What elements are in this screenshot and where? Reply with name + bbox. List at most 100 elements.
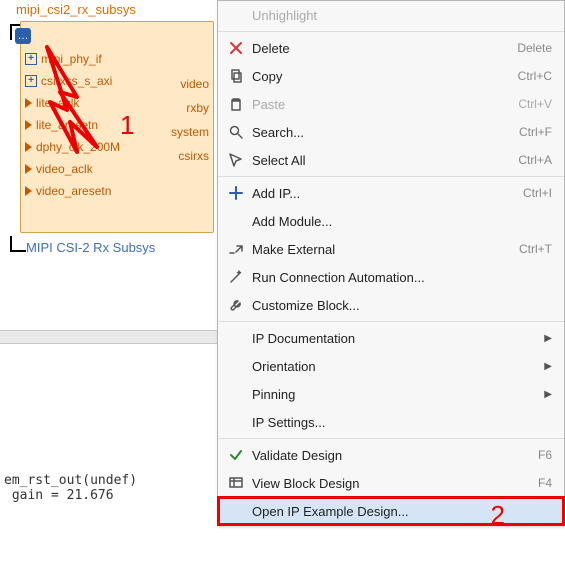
ports-left: + mipi_phy_if + csirxss_s_axi lite_aclk lite_… (25, 52, 120, 198)
submenu-arrow-icon: ▶ (544, 333, 552, 344)
context-menu: UnhighlightDeleteDeleteCopyCtrl+CPasteCt… (217, 0, 565, 526)
x-icon (224, 40, 248, 56)
port-system[interactable]: system (171, 125, 209, 139)
menu-label: Validate Design (248, 448, 538, 463)
select-icon (224, 152, 248, 168)
menu-label: IP Settings... (248, 415, 552, 430)
menu-shortcut: Delete (517, 41, 552, 55)
port-label: video_aclk (36, 162, 93, 176)
menu-label: Search... (248, 125, 519, 140)
menu-item-make-external[interactable]: Make ExternalCtrl+T (218, 235, 564, 263)
menu-label: Customize Block... (248, 298, 552, 313)
input-port-icon (25, 186, 32, 196)
port-csirxss_s_axi[interactable]: + csirxss_s_axi (25, 74, 120, 88)
port-video[interactable]: video (171, 77, 209, 91)
selection-corner (10, 236, 26, 252)
menu-item-copy[interactable]: CopyCtrl+C (218, 62, 564, 90)
port-label: csirxss_s_axi (41, 74, 112, 88)
menu-label: Select All (248, 153, 518, 168)
input-port-icon (25, 120, 32, 130)
annotation-number-1: 1 (120, 110, 134, 141)
menu-label: Orientation (248, 359, 544, 374)
menu-label: Delete (248, 41, 517, 56)
expand-icon[interactable]: + (25, 53, 37, 65)
menu-shortcut: Ctrl+I (523, 186, 552, 200)
port-video_aclk[interactable]: video_aclk (25, 162, 120, 176)
port-label: video_aresetn (36, 184, 111, 198)
menu-label: Open IP Example Design... (248, 504, 552, 519)
port-csirxs[interactable]: csirxs (171, 149, 209, 163)
port-lite_aresetn[interactable]: lite_aresetn (25, 118, 120, 132)
menu-shortcut: F6 (538, 448, 552, 462)
menu-item-run-connection-automation[interactable]: Run Connection Automation... (218, 263, 564, 291)
port-label: lite_aresetn (36, 118, 98, 132)
menu-label: Run Connection Automation... (248, 270, 552, 285)
menu-item-ip-settings[interactable]: IP Settings... (218, 408, 564, 436)
menu-shortcut: Ctrl+A (518, 153, 552, 167)
menu-label: Copy (248, 69, 518, 84)
menu-separator (218, 31, 564, 32)
view-icon (224, 475, 248, 491)
wrench-icon (224, 297, 248, 313)
menu-badge-icon[interactable]: … (15, 28, 31, 44)
menu-label: Add IP... (248, 186, 523, 201)
menu-item-open-ip-example-design[interactable]: Open IP Example Design... (218, 497, 564, 525)
port-label: dphy_clk_200M (36, 140, 120, 154)
ip-block-area: mipi_csi2_rx_subsys … + mipi_phy_if + csirx… (8, 0, 218, 235)
block-type-label: MIPI CSI-2 Rx Subsys (26, 240, 155, 255)
input-port-icon (25, 142, 32, 152)
ext-icon (224, 241, 248, 257)
paste-icon (224, 96, 248, 112)
menu-item-select-all[interactable]: Select AllCtrl+A (218, 146, 564, 174)
port-lite_aclk[interactable]: lite_aclk (25, 96, 120, 110)
input-port-icon (25, 98, 32, 108)
annotation-number-2: 2 (491, 500, 505, 531)
menu-separator (218, 176, 564, 177)
plus-icon (224, 185, 248, 201)
code-output: em_rst_out(undef) gain = 21.676 (4, 473, 137, 518)
expand-icon[interactable]: + (25, 75, 37, 87)
copy-icon (224, 68, 248, 84)
menu-label: Unhighlight (248, 8, 552, 23)
menu-item-unhighlight: Unhighlight (218, 1, 564, 29)
menu-item-view-block-design[interactable]: View Block DesignF4 (218, 469, 564, 497)
menu-item-paste: PasteCtrl+V (218, 90, 564, 118)
port-label: mipi_phy_if (41, 52, 102, 66)
menu-label: Paste (248, 97, 518, 112)
submenu-arrow-icon: ▶ (544, 361, 552, 372)
menu-label: Make External (248, 242, 519, 257)
menu-item-pinning[interactable]: Pinning▶ (218, 380, 564, 408)
check-icon (224, 447, 248, 463)
port-dphy_clk_200M[interactable]: dphy_clk_200M (25, 140, 120, 154)
menu-item-add-ip[interactable]: Add IP...Ctrl+I (218, 179, 564, 207)
search-icon (224, 124, 248, 140)
port-video_aresetn[interactable]: video_aresetn (25, 184, 120, 198)
menu-item-customize-block[interactable]: Customize Block... (218, 291, 564, 319)
menu-shortcut: Ctrl+F (519, 125, 552, 139)
menu-shortcut: Ctrl+T (519, 242, 552, 256)
menu-item-ip-documentation[interactable]: IP Documentation▶ (218, 324, 564, 352)
block-title: mipi_csi2_rx_subsys (8, 0, 218, 19)
input-port-icon (25, 164, 32, 174)
menu-item-add-module[interactable]: Add Module... (218, 207, 564, 235)
menu-shortcut: Ctrl+V (518, 97, 552, 111)
menu-shortcut: F4 (538, 476, 552, 490)
menu-separator (218, 438, 564, 439)
submenu-arrow-icon: ▶ (544, 389, 552, 400)
ip-block[interactable]: … +mipi_phy_if+csirxss_s_axilite_aclklit… (20, 21, 214, 233)
menu-shortcut: Ctrl+C (518, 69, 552, 83)
menu-item-search[interactable]: Search...Ctrl+F (218, 118, 564, 146)
menu-label: Pinning (248, 387, 544, 402)
menu-item-delete[interactable]: DeleteDelete (218, 34, 564, 62)
menu-item-orientation[interactable]: Orientation▶ (218, 352, 564, 380)
wand-icon (224, 269, 248, 285)
ports-right: video rxby system csirxs (171, 77, 209, 163)
port-label: lite_aclk (36, 96, 79, 110)
panel-divider[interactable] (0, 330, 218, 344)
menu-label: Add Module... (248, 214, 552, 229)
menu-item-validate-design[interactable]: Validate DesignF6 (218, 441, 564, 469)
port-rxby[interactable]: rxby (171, 101, 209, 115)
menu-separator (218, 321, 564, 322)
port-mipi_phy_if[interactable]: + mipi_phy_if (25, 52, 120, 66)
menu-label: IP Documentation (248, 331, 544, 346)
